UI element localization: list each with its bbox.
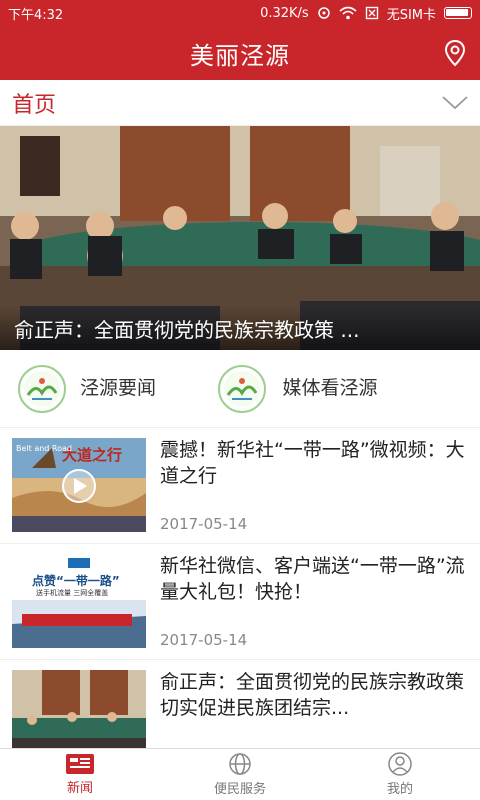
list-item[interactable]: 点赞“一带一路” 送手机流量 三网全覆盖 新华社微信、客户端送“一带一路”流量大… bbox=[0, 544, 480, 660]
list-item[interactable]: 大道之行 Belt and Road 震撼！新华社“一带一路”微视频：大道之行 … bbox=[0, 428, 480, 544]
thumbnail-subtitle: Belt and Road bbox=[16, 444, 72, 453]
thumbnail-subtitle: 送手机流量 三网全覆盖 bbox=[36, 589, 109, 597]
news-title: 俞正声：全面贯彻党的民族宗教政策 切实促进民族团结宗... bbox=[160, 671, 465, 719]
banner-carousel[interactable]: 俞正声：全面贯彻党的民族宗教政策 ... bbox=[0, 126, 480, 350]
news-date: 2017-05-14 bbox=[160, 631, 248, 649]
quick-link-label: 媒体看泾源 bbox=[282, 377, 378, 400]
news-list: 大道之行 Belt and Road 震撼！新华社“一带一路”微视频：大道之行 … bbox=[0, 428, 480, 776]
globe-icon bbox=[229, 753, 251, 775]
hotspot-icon bbox=[317, 6, 331, 20]
tab-profile[interactable]: 我的 bbox=[320, 749, 480, 800]
tab-news[interactable]: 新闻 bbox=[0, 749, 160, 800]
news-title: 新华社微信、客户端送“一带一路”流量大礼包！快抢！ bbox=[160, 555, 465, 603]
jingyuan-logo-icon bbox=[18, 364, 66, 413]
tab-label: 新闻 bbox=[66, 781, 93, 796]
banner-caption: 俞正声：全面贯彻党的民族宗教政策 ... bbox=[0, 306, 480, 350]
section-bar[interactable]: 首页 bbox=[0, 80, 480, 126]
user-icon bbox=[388, 752, 412, 776]
chevron-down-icon[interactable] bbox=[442, 95, 468, 111]
network-speed: 0.32K/s bbox=[260, 5, 309, 21]
quick-link-media-view[interactable]: 媒体看泾源 bbox=[200, 364, 400, 413]
news-thumbnail: 点赞“一带一路” 送手机流量 三网全覆盖 bbox=[12, 554, 146, 648]
newspaper-icon bbox=[66, 754, 94, 774]
battery-icon bbox=[444, 7, 472, 19]
jingyuan-logo-icon bbox=[218, 364, 266, 413]
thumbnail-title: 点赞“一带一路” bbox=[32, 574, 120, 588]
news-title: 震撼！新华社“一带一路”微视频：大道之行 bbox=[160, 439, 465, 487]
app-header: 美丽泾源 bbox=[0, 26, 480, 80]
news-date: 2017-05-14 bbox=[160, 515, 248, 533]
sim-status: 无SIM卡 bbox=[386, 7, 436, 23]
status-bar: 下午4:32 0.32K/s 无SIM卡 bbox=[0, 0, 480, 26]
status-time: 下午4:32 bbox=[8, 7, 64, 23]
quick-link-jingyuan-news[interactable]: 泾源要闻 bbox=[0, 364, 200, 413]
status-indicators: 0.32K/s 无SIM卡 bbox=[260, 4, 472, 23]
bottom-tab-bar: 新闻 便民服务 我的 bbox=[0, 748, 480, 800]
tab-services[interactable]: 便民服务 bbox=[160, 749, 320, 800]
quick-links: 泾源要闻 媒体看泾源 bbox=[0, 350, 480, 428]
section-title: 首页 bbox=[12, 92, 57, 118]
tab-label: 我的 bbox=[386, 782, 413, 797]
quick-link-label: 泾源要闻 bbox=[80, 377, 157, 400]
app-title: 美丽泾源 bbox=[190, 41, 290, 70]
location-pin-icon[interactable] bbox=[442, 39, 468, 67]
news-thumbnail: 大道之行 Belt and Road bbox=[12, 438, 146, 532]
wifi-icon bbox=[339, 6, 357, 20]
no-sim-icon bbox=[365, 6, 379, 20]
tab-label: 便民服务 bbox=[213, 782, 266, 797]
